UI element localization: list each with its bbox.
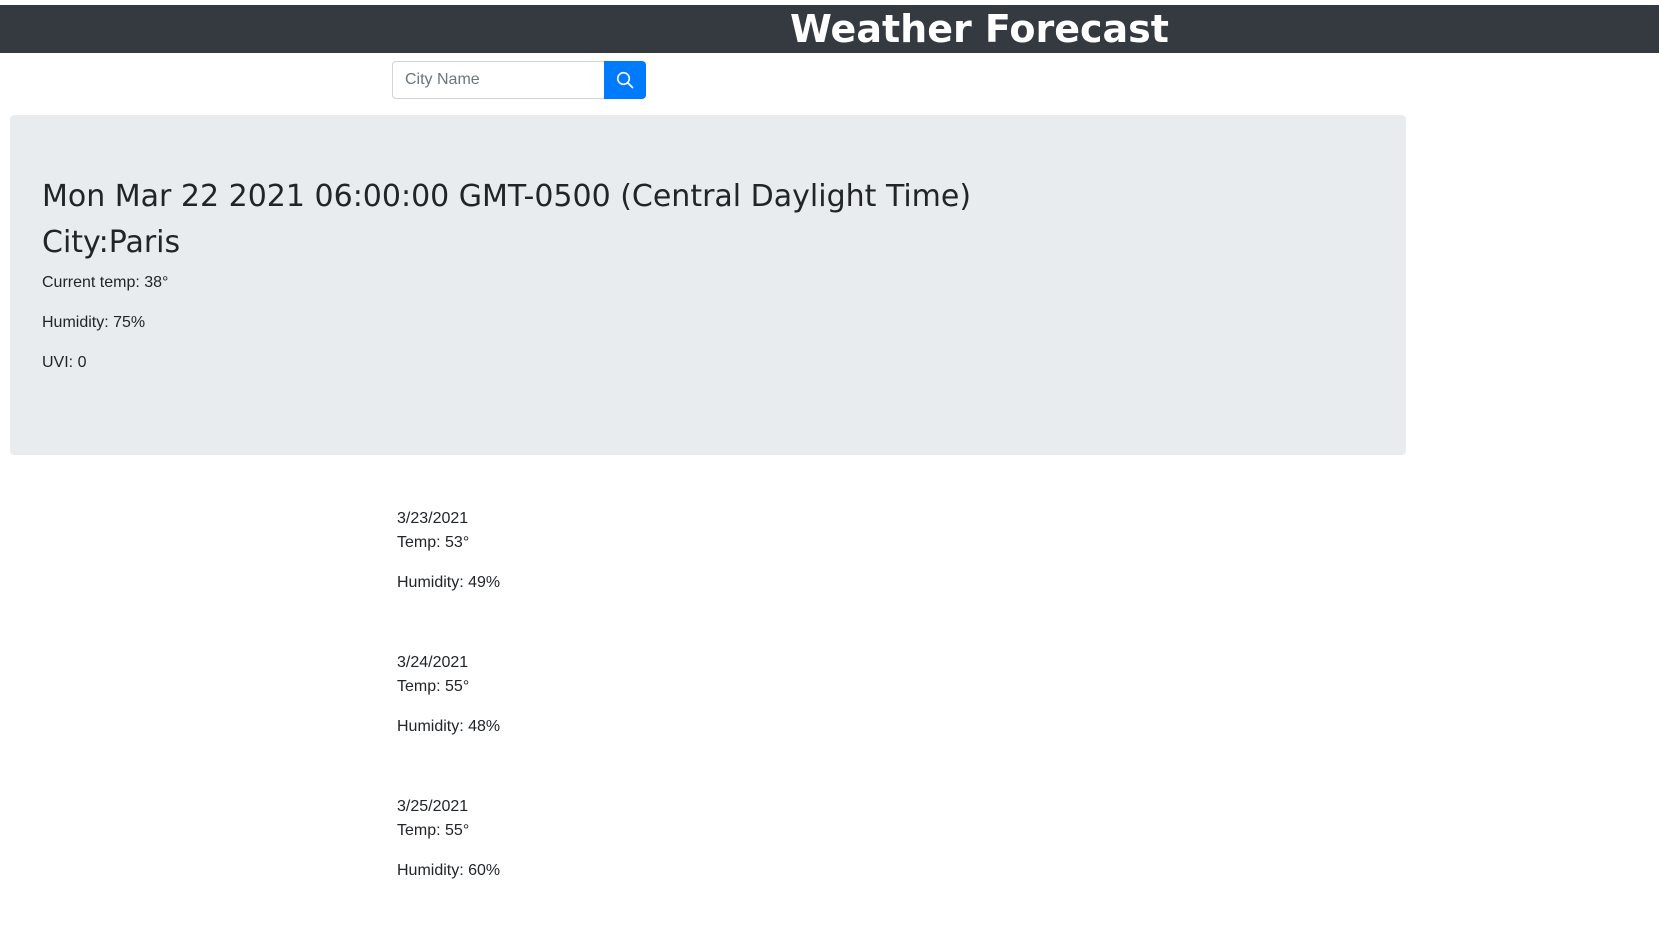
forecast-humidity: Humidity: 48% xyxy=(397,718,501,735)
forecast-temp: Temp: 55° xyxy=(397,678,470,695)
header-bar: Weather Forecast xyxy=(0,5,1659,53)
forecast-humidity: Humidity: 49% xyxy=(397,574,501,591)
forecast-date: 3/23/2021 xyxy=(397,510,469,527)
forecast-day: 3/24/2021 Temp: 55° Humidity: 48% xyxy=(397,653,797,797)
page-title: Weather Forecast xyxy=(790,7,1169,51)
forecast-date: 3/25/2021 xyxy=(397,798,469,815)
current-date: Mon Mar 22 2021 06:00:00 GMT-0500 (Centr… xyxy=(42,179,972,214)
current-temp: Current temp: 38° xyxy=(42,274,169,291)
current-humidity: Humidity: 75% xyxy=(42,314,146,331)
search-button[interactable] xyxy=(604,61,646,99)
forecast-humidity: Humidity: 60% xyxy=(397,862,501,879)
search-form xyxy=(392,61,646,99)
current-city: City:Paris xyxy=(42,225,181,260)
forecast-day: 3/25/2021 Temp: 55° Humidity: 60% xyxy=(397,797,797,941)
current-uvi: UVI: 0 xyxy=(42,354,87,371)
forecast-temp: Temp: 53° xyxy=(397,534,470,551)
city-search-input[interactable] xyxy=(392,61,604,99)
forecast-list: 3/23/2021 Temp: 53° Humidity: 49% 3/24/2… xyxy=(397,509,797,941)
forecast-date: 3/24/2021 xyxy=(397,654,469,671)
forecast-temp: Temp: 55° xyxy=(397,822,470,839)
current-weather-panel: Mon Mar 22 2021 06:00:00 GMT-0500 (Centr… xyxy=(10,115,1406,455)
search-icon xyxy=(616,71,634,89)
forecast-day: 3/23/2021 Temp: 53° Humidity: 49% xyxy=(397,509,797,653)
